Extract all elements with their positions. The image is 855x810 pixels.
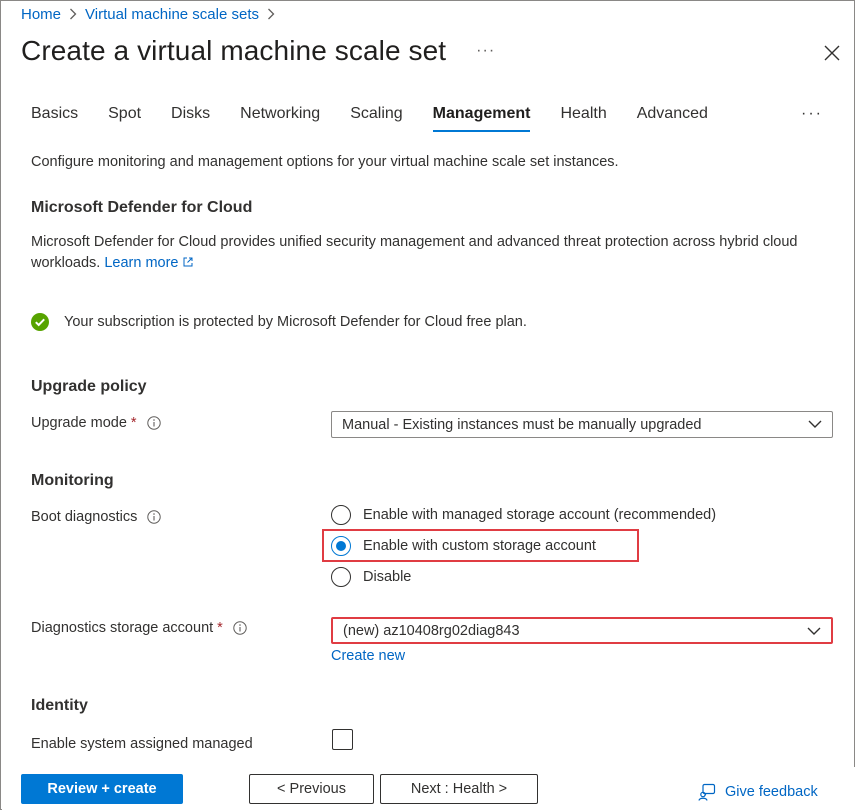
- info-icon[interactable]: [233, 621, 247, 635]
- tab-networking[interactable]: Networking: [240, 105, 320, 132]
- close-icon: [824, 45, 840, 61]
- diagnostics-storage-dropdown[interactable]: (new) az10408rg02diag843: [331, 617, 833, 644]
- boot-diag-option-custom[interactable]: Enable with custom storage account: [331, 536, 596, 556]
- monitoring-heading: Monitoring: [31, 472, 114, 489]
- previous-button[interactable]: < Previous: [249, 774, 374, 804]
- tab-advanced[interactable]: Advanced: [637, 105, 708, 132]
- intro-text: Configure monitoring and management opti…: [31, 154, 619, 170]
- upgrade-mode-label-text: Upgrade mode: [31, 415, 127, 431]
- page-title: Create a virtual machine scale set: [21, 35, 447, 66]
- defender-description: Microsoft Defender for Cloud provides un…: [31, 232, 831, 275]
- upgrade-mode-value: Manual - Existing instances must be manu…: [342, 416, 702, 433]
- identity-heading: Identity: [31, 697, 88, 714]
- system-assigned-identity-label: Enable system assigned managed: [31, 736, 253, 752]
- chevron-down-icon: [808, 420, 822, 428]
- diagnostics-storage-label: Diagnostics storage account *: [31, 620, 247, 636]
- defender-heading: Microsoft Defender for Cloud: [31, 199, 253, 216]
- defender-status-text: Your subscription is protected by Micros…: [64, 314, 527, 330]
- radio-button[interactable]: [331, 567, 351, 587]
- breadcrumb: Home Virtual machine scale sets: [21, 6, 283, 23]
- upgrade-policy-heading: Upgrade policy: [31, 378, 147, 395]
- give-feedback-link[interactable]: Give feedback: [698, 783, 818, 801]
- required-marker: *: [130, 415, 137, 431]
- review-create-button[interactable]: Review + create: [21, 774, 183, 804]
- system-assigned-identity-checkbox[interactable]: [332, 729, 353, 750]
- diagnostics-storage-value: (new) az10408rg02diag843: [343, 622, 520, 639]
- chevron-right-icon: [69, 7, 77, 23]
- create-new-storage-link[interactable]: Create new: [331, 646, 405, 667]
- breadcrumb-home-link[interactable]: Home: [21, 6, 61, 23]
- boot-diagnostics-label-text: Boot diagnostics: [31, 509, 138, 525]
- info-icon[interactable]: [146, 416, 161, 430]
- required-marker: *: [217, 620, 223, 636]
- blade-frame: Home Virtual machine scale sets Create a…: [0, 0, 855, 810]
- tab-management[interactable]: Management: [432, 105, 531, 132]
- tab-spot[interactable]: Spot: [108, 105, 141, 132]
- success-check-icon: [31, 313, 49, 331]
- tabs-overflow-button[interactable]: ···: [801, 105, 823, 123]
- learn-more-label: Learn more: [104, 255, 179, 271]
- boot-diagnostics-label: Boot diagnostics: [31, 509, 162, 525]
- diagnostics-storage-label-text: Diagnostics storage account: [31, 620, 214, 636]
- next-health-button[interactable]: Next : Health >: [380, 774, 538, 804]
- boot-diag-option-disable[interactable]: Disable: [331, 567, 411, 587]
- boot-diag-option-managed[interactable]: Enable with managed storage account (rec…: [331, 505, 716, 525]
- tab-scaling[interactable]: Scaling: [350, 105, 402, 132]
- learn-more-link[interactable]: Learn more: [104, 255, 193, 271]
- give-feedback-label: Give feedback: [725, 784, 818, 800]
- feedback-icon: [698, 783, 716, 801]
- upgrade-mode-dropdown[interactable]: Manual - Existing instances must be manu…: [331, 411, 833, 438]
- chevron-right-icon: [267, 7, 275, 23]
- close-button[interactable]: [822, 43, 842, 63]
- upgrade-mode-label: Upgrade mode *: [31, 415, 161, 431]
- radio-label: Enable with custom storage account: [363, 538, 596, 554]
- more-options-button[interactable]: ···: [476, 42, 495, 60]
- tab-health[interactable]: Health: [560, 105, 606, 132]
- radio-button[interactable]: [331, 505, 351, 525]
- radio-label: Disable: [363, 569, 412, 585]
- title-row: Create a virtual machine scale set ···: [21, 35, 495, 67]
- chevron-down-icon: [807, 627, 821, 635]
- defender-status: Your subscription is protected by Micros…: [31, 313, 527, 331]
- breadcrumb-scale-sets-link[interactable]: Virtual machine scale sets: [85, 6, 259, 23]
- wizard-footer: Review + create < Previous Next : Health…: [2, 767, 855, 810]
- radio-button-selected[interactable]: [331, 536, 351, 556]
- tab-disks[interactable]: Disks: [171, 105, 210, 132]
- tab-basics[interactable]: Basics: [31, 105, 78, 132]
- info-icon[interactable]: [147, 510, 162, 524]
- wizard-tabs: Basics Spot Disks Networking Scaling Man…: [31, 105, 738, 132]
- external-link-icon: [182, 254, 194, 275]
- radio-label: Enable with managed storage account (rec…: [363, 507, 717, 523]
